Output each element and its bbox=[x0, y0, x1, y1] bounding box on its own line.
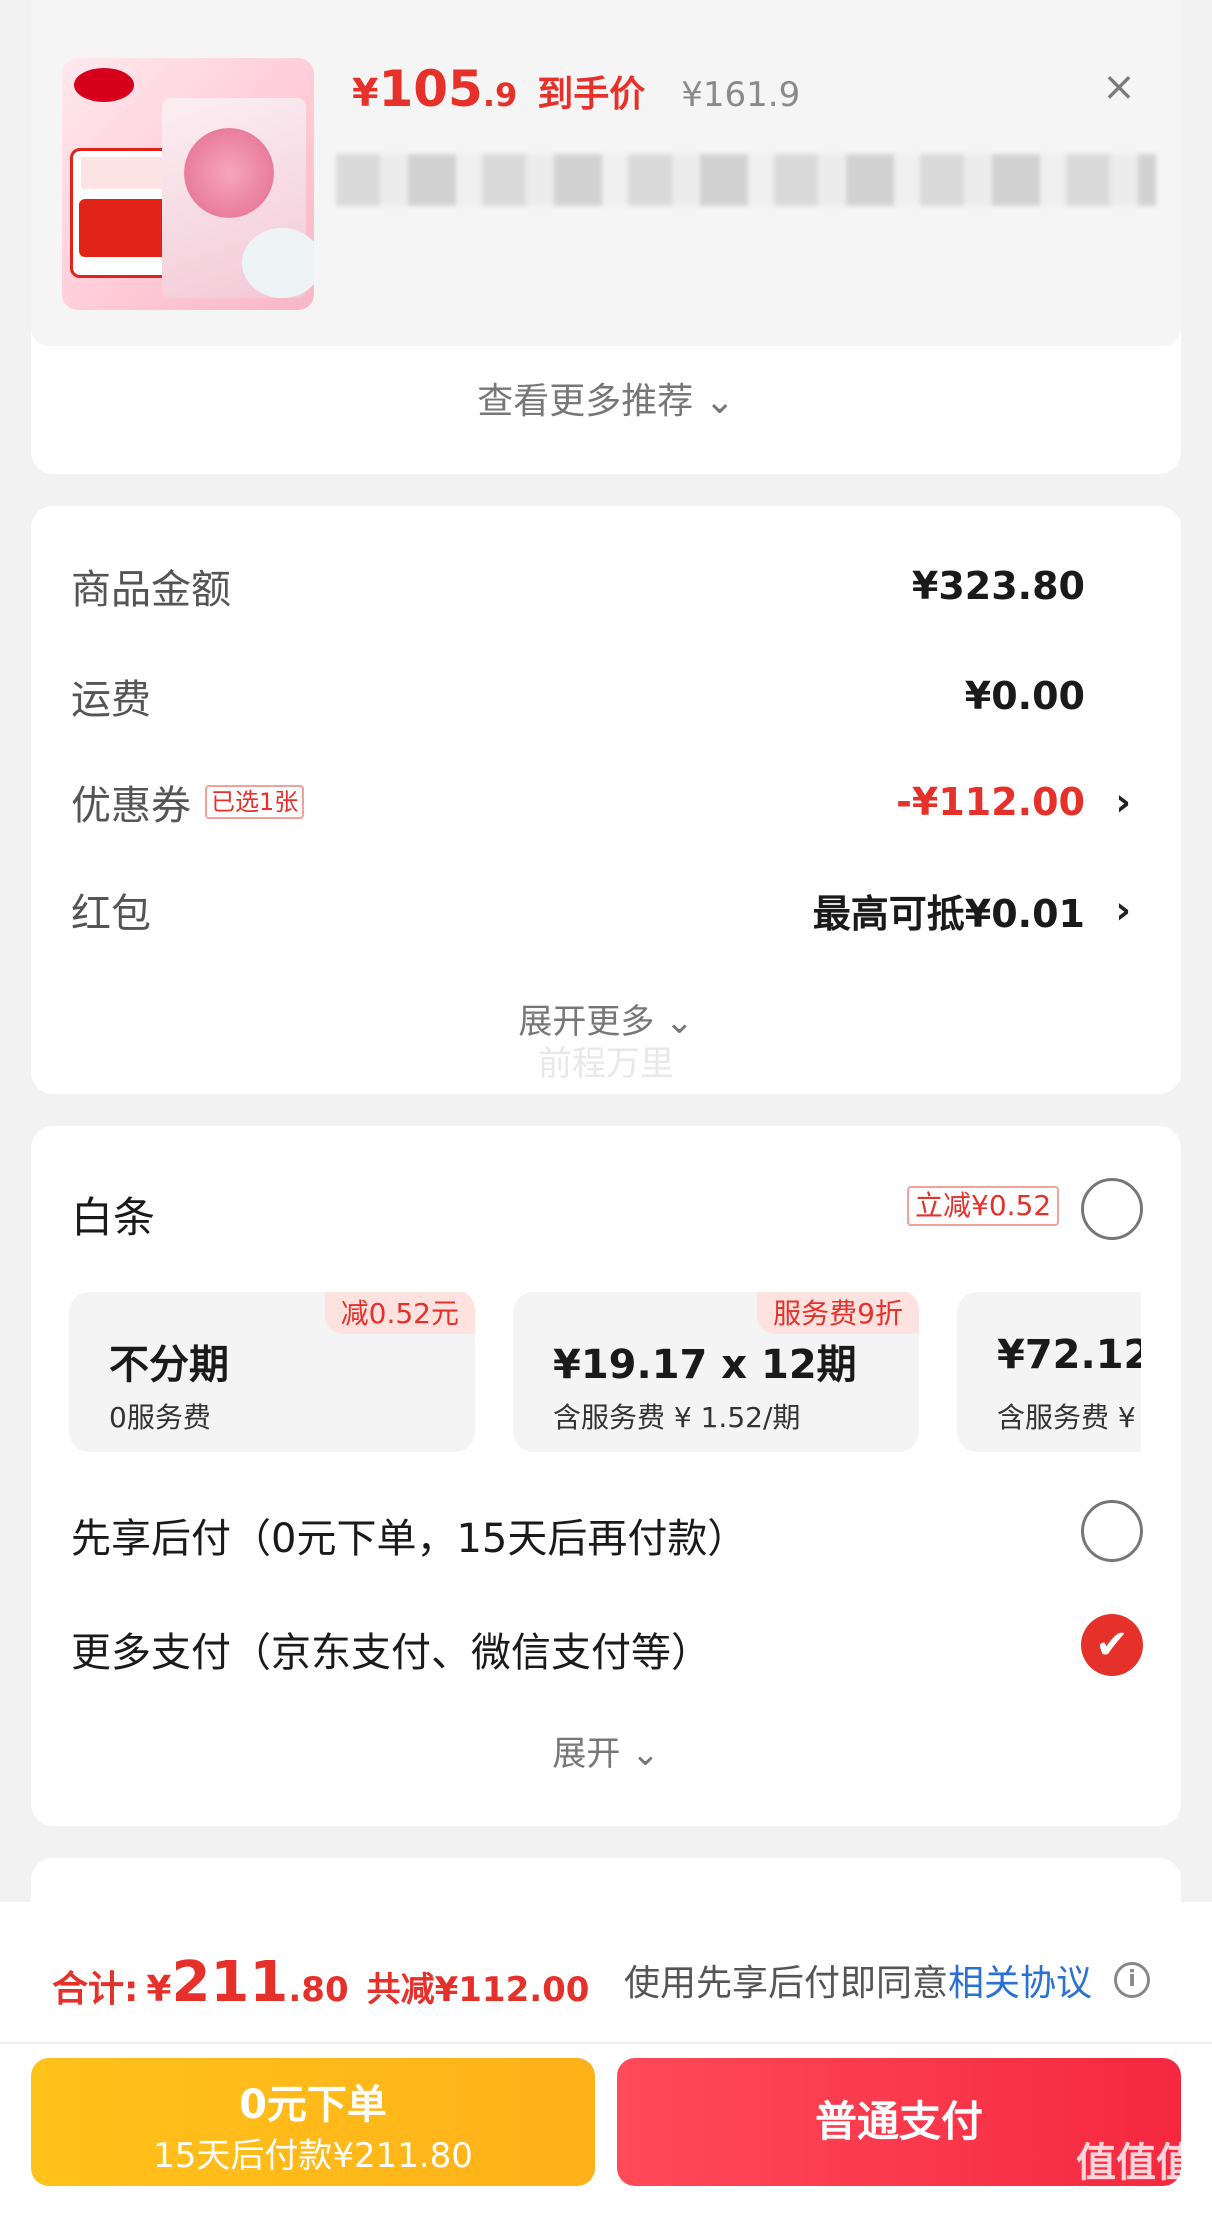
zero-order-line2: 15天后付款¥211.80 bbox=[153, 2136, 473, 2176]
payment-card: 白条 立减¥0.52 减0.52元 不分期 0服务费 服务费9折 ¥19.17 … bbox=[31, 1126, 1181, 1826]
coupon-label: 优惠券 bbox=[71, 783, 191, 829]
total-decimal: .80 bbox=[288, 1970, 349, 2010]
price-decimal: .9 bbox=[482, 76, 518, 114]
checkout-footer: 合计: ¥ 211 .80 共减¥112.00 使用先享后付即同意相关协议 i … bbox=[0, 1902, 1212, 2221]
plan-option-3[interactable]: ¥72.12 x 含服务费 ¥ bbox=[957, 1292, 1141, 1452]
product-package-image bbox=[162, 98, 314, 298]
zero-order-line1: 0元下单 bbox=[239, 2082, 387, 2128]
price-symbol: ¥ bbox=[352, 71, 379, 115]
checkout-page: ¥ 105 .9 到手价 ¥161.9 × 查看更多推荐 ⌄ 商品金额 ¥323… bbox=[0, 0, 1212, 2221]
pay-later-option[interactable]: 先享后付（0元下单，15天后再付款） bbox=[71, 1506, 747, 1564]
coupon-value: -¥112.00 bbox=[896, 780, 1085, 824]
plan-option-12[interactable]: 服务费9折 ¥19.17 x 12期 含服务费 ¥ 1.52/期 bbox=[513, 1292, 919, 1452]
redpacket-value: 最高可抵¥0.01 bbox=[812, 891, 1085, 936]
price-integer: 105 bbox=[378, 60, 483, 118]
summary-row-redpacket[interactable]: 红包 最高可抵¥0.01 › bbox=[71, 880, 1141, 940]
total-label: 合计: bbox=[52, 1969, 139, 2010]
plan-option-none[interactable]: 减0.52元 不分期 0服务费 bbox=[69, 1292, 475, 1452]
plan-sub: 含服务费 ¥ bbox=[997, 1401, 1136, 1434]
product-thumbnail[interactable] bbox=[62, 58, 314, 310]
shipping-value: ¥0.00 bbox=[964, 674, 1085, 718]
plan-sub: 含服务费 ¥ 1.52/期 bbox=[553, 1401, 801, 1434]
more-payment-option[interactable]: 更多支付（京东支付、微信支付等） bbox=[71, 1620, 711, 1678]
baitiao-radio[interactable] bbox=[1081, 1178, 1143, 1240]
plan-sub: 0服务费 bbox=[109, 1401, 211, 1434]
zero-yuan-order-button[interactable]: 0元下单 15天后付款¥211.80 bbox=[31, 2058, 595, 2186]
agreement-prefix: 使用先享后付即同意 bbox=[624, 1963, 949, 2004]
baitiao-title: 白条 bbox=[71, 1193, 156, 1242]
more-payment-radio-checked[interactable]: ✔ bbox=[1081, 1614, 1143, 1676]
plan-tag: 减0.52元 bbox=[324, 1292, 475, 1334]
plan-main: ¥72.12 x bbox=[997, 1332, 1141, 1378]
brand-logo bbox=[74, 68, 134, 102]
footer-divider bbox=[0, 2042, 1212, 2044]
agreement-text: 使用先享后付即同意相关协议 bbox=[624, 1954, 1092, 2006]
summary-row-shipping: 运费 ¥0.00 bbox=[71, 666, 1141, 726]
expand-payment-button[interactable]: 展开 ⌄ bbox=[31, 1726, 1181, 1775]
instant-discount-badge: 立减¥0.52 bbox=[907, 1186, 1060, 1226]
total-summary: 合计: ¥ 211 .80 共减¥112.00 bbox=[52, 1950, 589, 2015]
total-discount: 共减¥112.00 bbox=[366, 1970, 590, 2010]
pay-later-radio[interactable] bbox=[1081, 1500, 1143, 1562]
goods-amount-label: 商品金额 bbox=[71, 567, 231, 613]
recommend-price: ¥ 105 .9 到手价 ¥161.9 bbox=[352, 60, 800, 120]
coupon-selected-badge: 已选1张 bbox=[205, 785, 305, 819]
blurred-product-title bbox=[336, 154, 1156, 206]
agreement-link[interactable]: 相关协议 bbox=[948, 1963, 1092, 2004]
price-tag: 到手价 bbox=[537, 74, 646, 115]
chevron-right-icon: › bbox=[1115, 888, 1131, 932]
order-summary-card: 商品金额 ¥323.80 运费 ¥0.00 优惠券 已选1张 -¥112.00 … bbox=[31, 506, 1181, 1094]
watermark-text: 前程万里 bbox=[538, 1044, 674, 1084]
info-icon[interactable]: i bbox=[1114, 1962, 1150, 1998]
original-price: ¥161.9 bbox=[681, 75, 801, 115]
total-symbol: ¥ bbox=[146, 1969, 172, 2010]
total-integer: 211 bbox=[171, 1950, 289, 2015]
more-recommend-link[interactable]: 查看更多推荐 ⌄ bbox=[0, 372, 1212, 424]
plan-main: 不分期 bbox=[109, 1342, 229, 1388]
close-icon[interactable]: × bbox=[1098, 66, 1140, 108]
shipping-label: 运费 bbox=[71, 677, 151, 723]
chevron-right-icon: › bbox=[1115, 780, 1131, 824]
summary-row-goods: 商品金额 ¥323.80 bbox=[71, 556, 1141, 616]
goods-amount-value: ¥323.80 bbox=[911, 564, 1085, 608]
redpacket-label: 红包 bbox=[71, 891, 151, 937]
plan-main: ¥19.17 x 12期 bbox=[553, 1342, 857, 1388]
summary-row-coupon[interactable]: 优惠券 已选1张 -¥112.00 › bbox=[71, 772, 1141, 832]
plan-tag: 服务费9折 bbox=[757, 1292, 919, 1334]
site-watermark: 值值值 bbox=[1076, 2140, 1196, 2186]
installment-plans: 减0.52元 不分期 0服务费 服务费9折 ¥19.17 x 12期 含服务费 … bbox=[69, 1292, 1141, 1460]
